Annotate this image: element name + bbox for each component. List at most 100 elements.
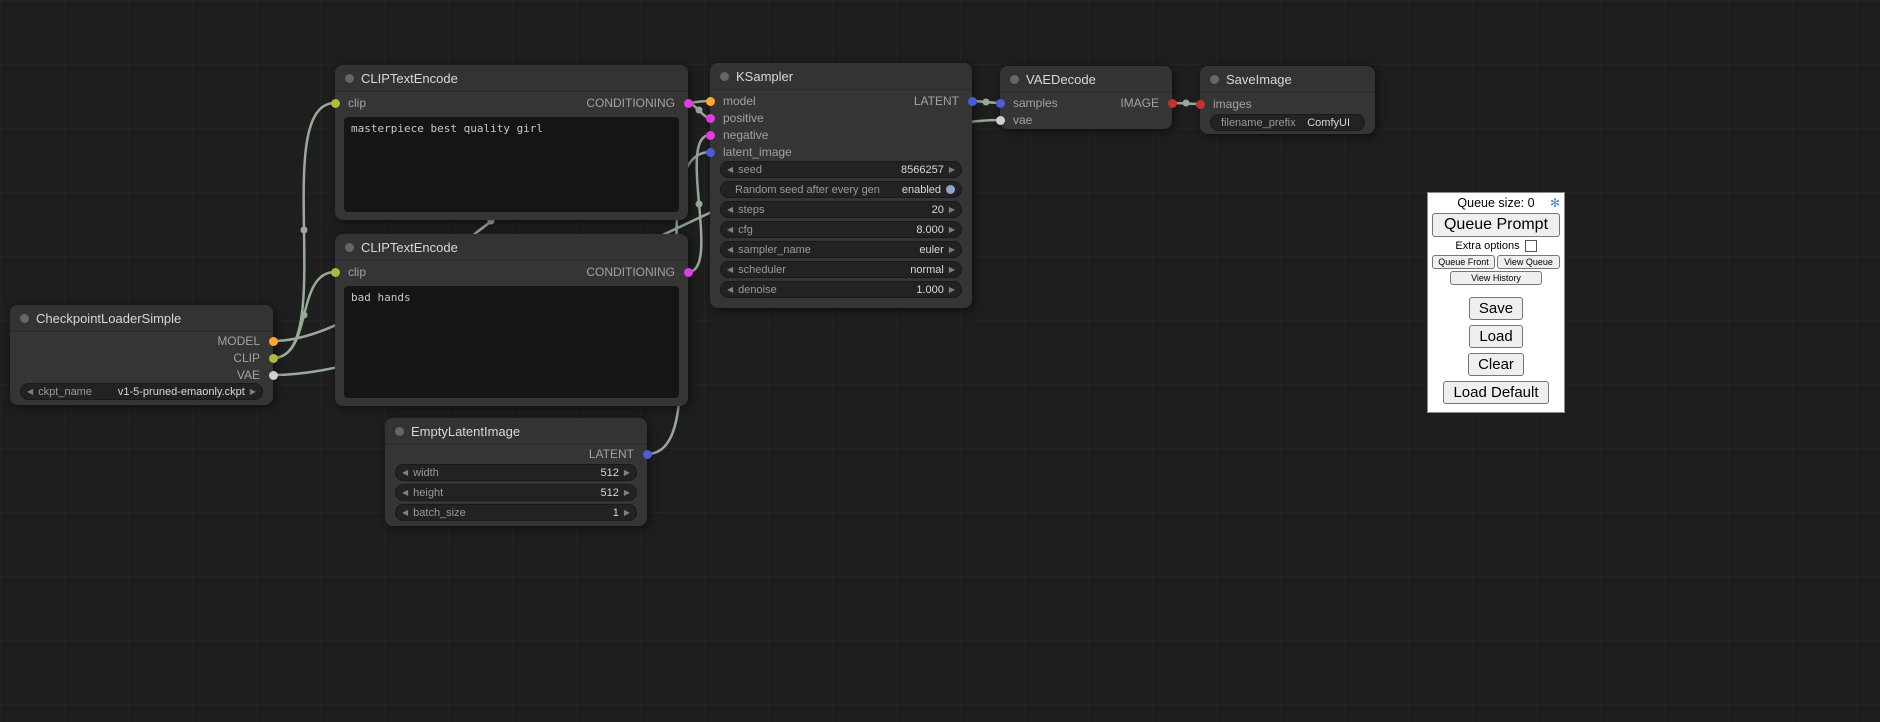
output-slot-model[interactable]: MODEL [10, 333, 273, 349]
vae-output-dot[interactable] [269, 371, 278, 380]
positive-input-dot[interactable] [706, 114, 715, 123]
increment-arrow-icon[interactable]: ▶ [250, 383, 256, 400]
clear-button[interactable]: Clear [1468, 353, 1524, 376]
output-slot-latent[interactable]: LATENT [710, 93, 972, 109]
conditioning-output-dot[interactable] [684, 99, 693, 108]
load-default-button[interactable]: Load Default [1443, 381, 1548, 404]
output-slot-clip[interactable]: CLIP [10, 350, 273, 366]
negative-input-dot[interactable] [706, 131, 715, 140]
queue-front-button[interactable]: Queue Front [1432, 255, 1495, 269]
increment-arrow-icon[interactable]: ▶ [624, 504, 630, 521]
load-button[interactable]: Load [1469, 325, 1522, 348]
increment-arrow-icon[interactable]: ▶ [624, 464, 630, 481]
node-clip-text-encode-negative[interactable]: CLIPTextEncode clip CONDITIONING bad han… [335, 234, 688, 406]
decrement-arrow-icon[interactable]: ◀ [727, 281, 733, 298]
node-clip-text-encode-positive[interactable]: CLIPTextEncode clip CONDITIONING masterp… [335, 65, 688, 220]
batch-size-widget[interactable]: ◀ batch_size 1 ▶ [395, 504, 637, 521]
increment-arrow-icon[interactable]: ▶ [949, 281, 955, 298]
input-slot-negative[interactable]: negative [710, 127, 972, 143]
node-checkpoint-loader[interactable]: CheckpointLoaderSimple MODEL CLIP VAE ◀ … [10, 305, 273, 405]
node-vae-decode[interactable]: VAEDecode samples vae IMAGE [1000, 66, 1172, 129]
negative-prompt-textarea[interactable]: bad hands [344, 286, 679, 398]
input-slot-vae[interactable]: vae [1000, 112, 1172, 128]
node-title-bar[interactable]: KSampler [710, 63, 972, 90]
increment-arrow-icon[interactable]: ▶ [949, 201, 955, 218]
widget-label: seed [738, 164, 762, 176]
decrement-arrow-icon[interactable]: ◀ [727, 221, 733, 238]
cfg-widget[interactable]: ◀ cfg 8.000 ▶ [720, 221, 962, 238]
node-collapse-dot-icon[interactable] [395, 427, 404, 436]
output-slot-vae[interactable]: VAE [10, 367, 273, 383]
ckpt-name-combo-widget[interactable]: ◀ ckpt_name v1-5-pruned-emaonly.ckpt ▶ [20, 383, 263, 400]
output-slot-conditioning[interactable]: CONDITIONING [335, 264, 688, 280]
decrement-arrow-icon[interactable]: ◀ [727, 241, 733, 258]
random-seed-toggle-widget[interactable]: Random seed after every gen enabled [720, 181, 962, 198]
increment-arrow-icon[interactable]: ▶ [624, 484, 630, 501]
output-slot-conditioning[interactable]: CONDITIONING [335, 95, 688, 111]
denoise-widget[interactable]: ◀ denoise 1.000 ▶ [720, 281, 962, 298]
toggle-indicator-icon[interactable] [946, 185, 955, 194]
increment-arrow-icon[interactable]: ▶ [949, 261, 955, 278]
view-history-button[interactable]: View History [1450, 271, 1542, 285]
height-widget[interactable]: ◀ height 512 ▶ [395, 484, 637, 501]
decrement-arrow-icon[interactable]: ◀ [727, 201, 733, 218]
view-queue-button[interactable]: View Queue [1497, 255, 1560, 269]
node-ksampler[interactable]: KSampler model positive negative latent_… [710, 63, 972, 308]
settings-gear-icon[interactable]: ✻ [1550, 196, 1560, 210]
node-title: SaveImage [1226, 72, 1292, 87]
filename-prefix-widget[interactable]: filename_prefix ComfyUI [1210, 114, 1365, 131]
seed-widget[interactable]: ◀ seed 8566257 ▶ [720, 161, 962, 178]
node-title-bar[interactable]: EmptyLatentImage [385, 418, 647, 445]
node-collapse-dot-icon[interactable] [1210, 75, 1219, 84]
widget-value: 1 [613, 507, 619, 519]
decrement-arrow-icon[interactable]: ◀ [402, 504, 408, 521]
input-slot-positive[interactable]: positive [710, 110, 972, 126]
output-slot-image[interactable]: IMAGE [1000, 95, 1172, 111]
node-title-bar[interactable]: CLIPTextEncode [335, 234, 688, 261]
latent-output-dot[interactable] [968, 97, 977, 106]
node-collapse-dot-icon[interactable] [1010, 75, 1019, 84]
sampler-name-widget[interactable]: ◀ sampler_name euler ▶ [720, 241, 962, 258]
node-title-bar[interactable]: SaveImage [1200, 66, 1375, 93]
node-collapse-dot-icon[interactable] [20, 314, 29, 323]
input-slot-images[interactable]: images [1200, 96, 1375, 112]
decrement-arrow-icon[interactable]: ◀ [27, 383, 33, 400]
node-collapse-dot-icon[interactable] [345, 74, 354, 83]
width-widget[interactable]: ◀ width 512 ▶ [395, 464, 637, 481]
input-slot-latent-image[interactable]: latent_image [710, 144, 972, 160]
increment-arrow-icon[interactable]: ▶ [949, 221, 955, 238]
queue-prompt-button[interactable]: Queue Prompt [1432, 213, 1560, 237]
output-slot-latent[interactable]: LATENT [385, 446, 647, 462]
node-graph-canvas[interactable]: CheckpointLoaderSimple MODEL CLIP VAE ◀ … [0, 0, 1880, 722]
latent-image-input-dot[interactable] [706, 148, 715, 157]
node-title-bar[interactable]: VAEDecode [1000, 66, 1172, 93]
increment-arrow-icon[interactable]: ▶ [949, 241, 955, 258]
clip-output-dot[interactable] [269, 354, 278, 363]
extra-options-checkbox[interactable] [1525, 240, 1537, 252]
image-output-dot[interactable] [1168, 99, 1177, 108]
decrement-arrow-icon[interactable]: ◀ [727, 161, 733, 178]
decrement-arrow-icon[interactable]: ◀ [402, 464, 408, 481]
positive-prompt-textarea[interactable]: masterpiece best quality girl [344, 117, 679, 212]
steps-widget[interactable]: ◀ steps 20 ▶ [720, 201, 962, 218]
node-collapse-dot-icon[interactable] [720, 72, 729, 81]
node-collapse-dot-icon[interactable] [345, 243, 354, 252]
conditioning-output-dot[interactable] [684, 268, 693, 277]
vae-input-dot[interactable] [996, 116, 1005, 125]
decrement-arrow-icon[interactable]: ◀ [727, 261, 733, 278]
widget-value: 1.000 [916, 284, 944, 296]
scheduler-widget[interactable]: ◀ scheduler normal ▶ [720, 261, 962, 278]
node-title-bar[interactable]: CheckpointLoaderSimple [10, 305, 273, 332]
link-midpoint-dot [696, 201, 703, 208]
slot-label: VAE [237, 368, 260, 382]
increment-arrow-icon[interactable]: ▶ [949, 161, 955, 178]
images-input-dot[interactable] [1196, 100, 1205, 109]
node-empty-latent-image[interactable]: EmptyLatentImage LATENT ◀ width 512 ▶ ◀ … [385, 418, 647, 526]
latent-output-dot[interactable] [643, 450, 652, 459]
node-title-bar[interactable]: CLIPTextEncode [335, 65, 688, 92]
save-button[interactable]: Save [1469, 297, 1523, 320]
node-save-image[interactable]: SaveImage images filename_prefix ComfyUI [1200, 66, 1375, 134]
model-output-dot[interactable] [269, 337, 278, 346]
slot-label: positive [723, 111, 764, 125]
decrement-arrow-icon[interactable]: ◀ [402, 484, 408, 501]
